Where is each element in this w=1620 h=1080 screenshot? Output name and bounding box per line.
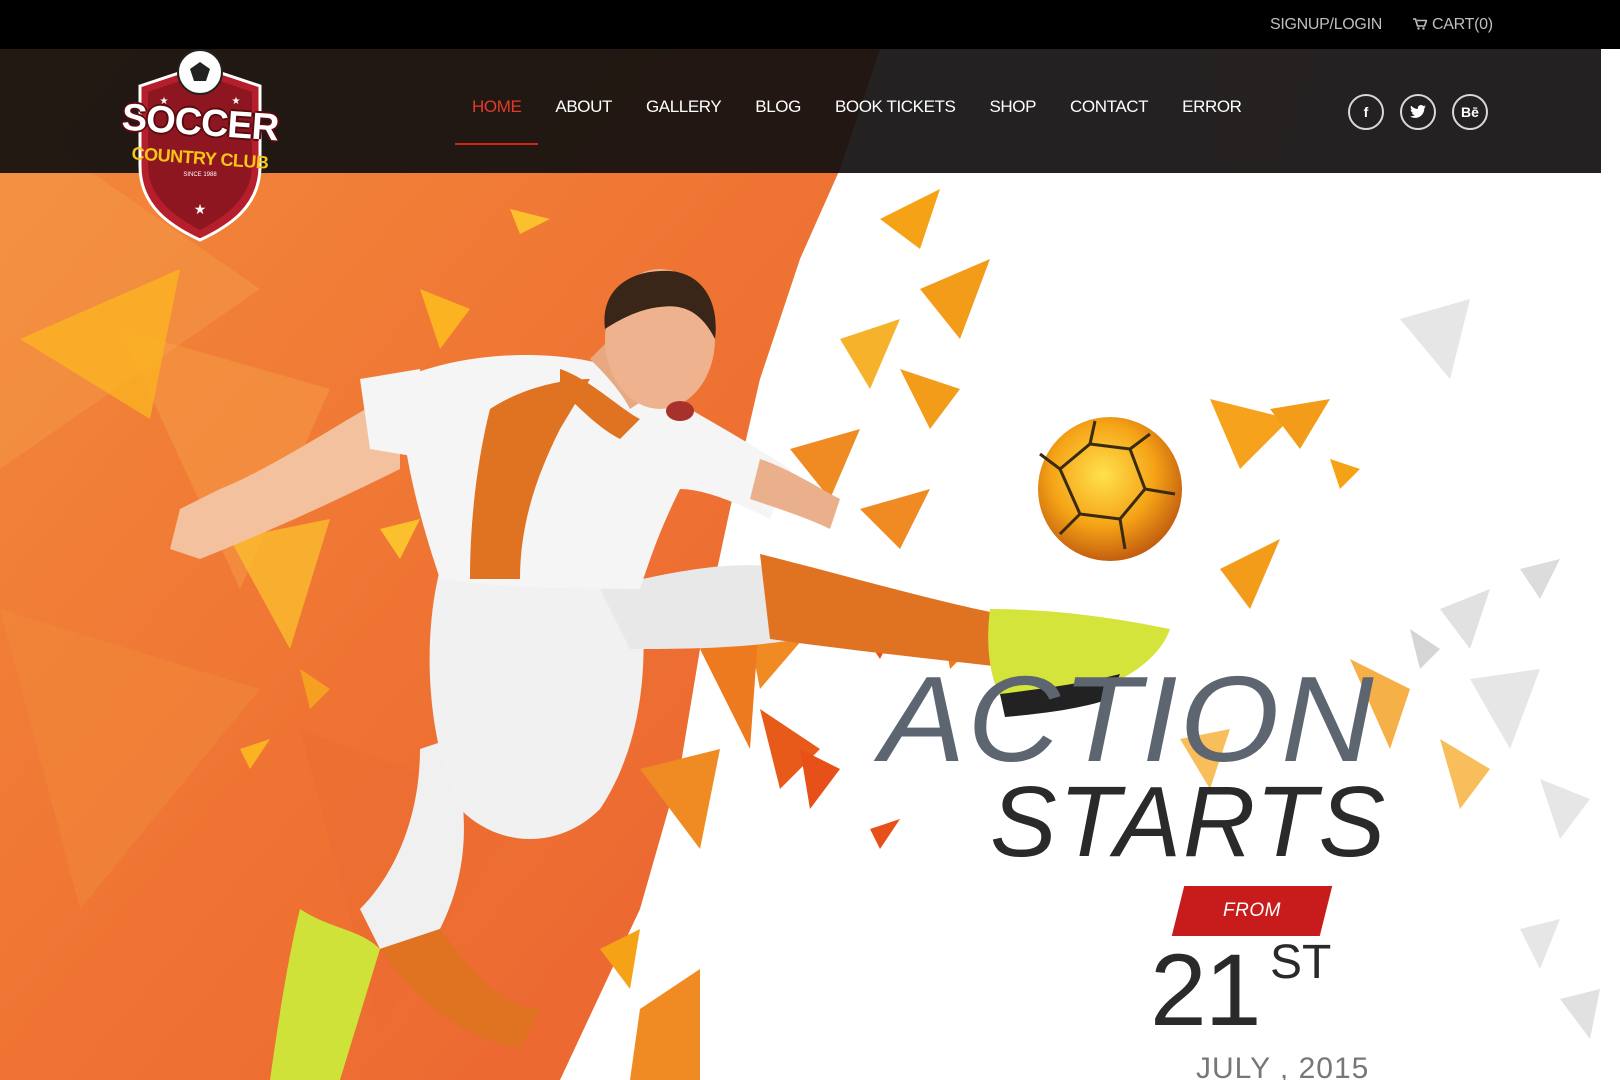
twitter-bird-icon bbox=[1410, 105, 1426, 118]
from-label: FROM bbox=[1223, 900, 1281, 921]
nav-error[interactable]: ERROR bbox=[1165, 49, 1258, 173]
nav-home[interactable]: HOME bbox=[455, 49, 539, 173]
behance-glyph: Bē bbox=[1461, 104, 1479, 120]
soccer-ball-graphic bbox=[1038, 417, 1182, 561]
facebook-icon[interactable]: f bbox=[1348, 94, 1384, 130]
nav-gallery[interactable]: GALLERY bbox=[629, 49, 738, 173]
twitter-icon[interactable] bbox=[1400, 94, 1436, 130]
event-month-year: JULY , 2015 bbox=[1196, 1052, 1370, 1080]
nav-about[interactable]: ABOUT bbox=[538, 49, 629, 173]
hero-heading-line2: STARTS bbox=[990, 766, 1388, 878]
primary-nav: HOME ABOUT GALLERY BLOG BOOK TICKETS SHO… bbox=[455, 49, 1259, 173]
svg-text:★: ★ bbox=[194, 201, 207, 217]
hero-heading-line1: ACTION bbox=[880, 651, 1376, 788]
logo-since: SINCE 1988 bbox=[183, 172, 217, 178]
nav-shop[interactable]: SHOP bbox=[972, 49, 1053, 173]
cart-icon bbox=[1413, 18, 1427, 30]
cart-link[interactable]: CART(0) bbox=[1413, 0, 1493, 49]
signup-login-link[interactable]: SIGNUP/LOGIN bbox=[1270, 0, 1382, 49]
soccer-club-logo[interactable]: ★ ★ ★ SOCCER COUNTRY CLUB SINCE 1988 bbox=[120, 46, 280, 242]
cart-label: CART(0) bbox=[1432, 16, 1493, 33]
behance-icon[interactable]: Bē bbox=[1452, 94, 1488, 130]
nav-blog[interactable]: BLOG bbox=[738, 49, 818, 173]
nav-book-tickets[interactable]: BOOK TICKETS bbox=[818, 49, 973, 173]
event-day: 21 bbox=[1150, 933, 1261, 1047]
event-day-suffix: ST bbox=[1270, 936, 1332, 989]
nav-contact[interactable]: CONTACT bbox=[1053, 49, 1165, 173]
top-utility-bar: SIGNUP/LOGIN CART(0) bbox=[0, 0, 1620, 49]
facebook-glyph: f bbox=[1363, 104, 1369, 120]
